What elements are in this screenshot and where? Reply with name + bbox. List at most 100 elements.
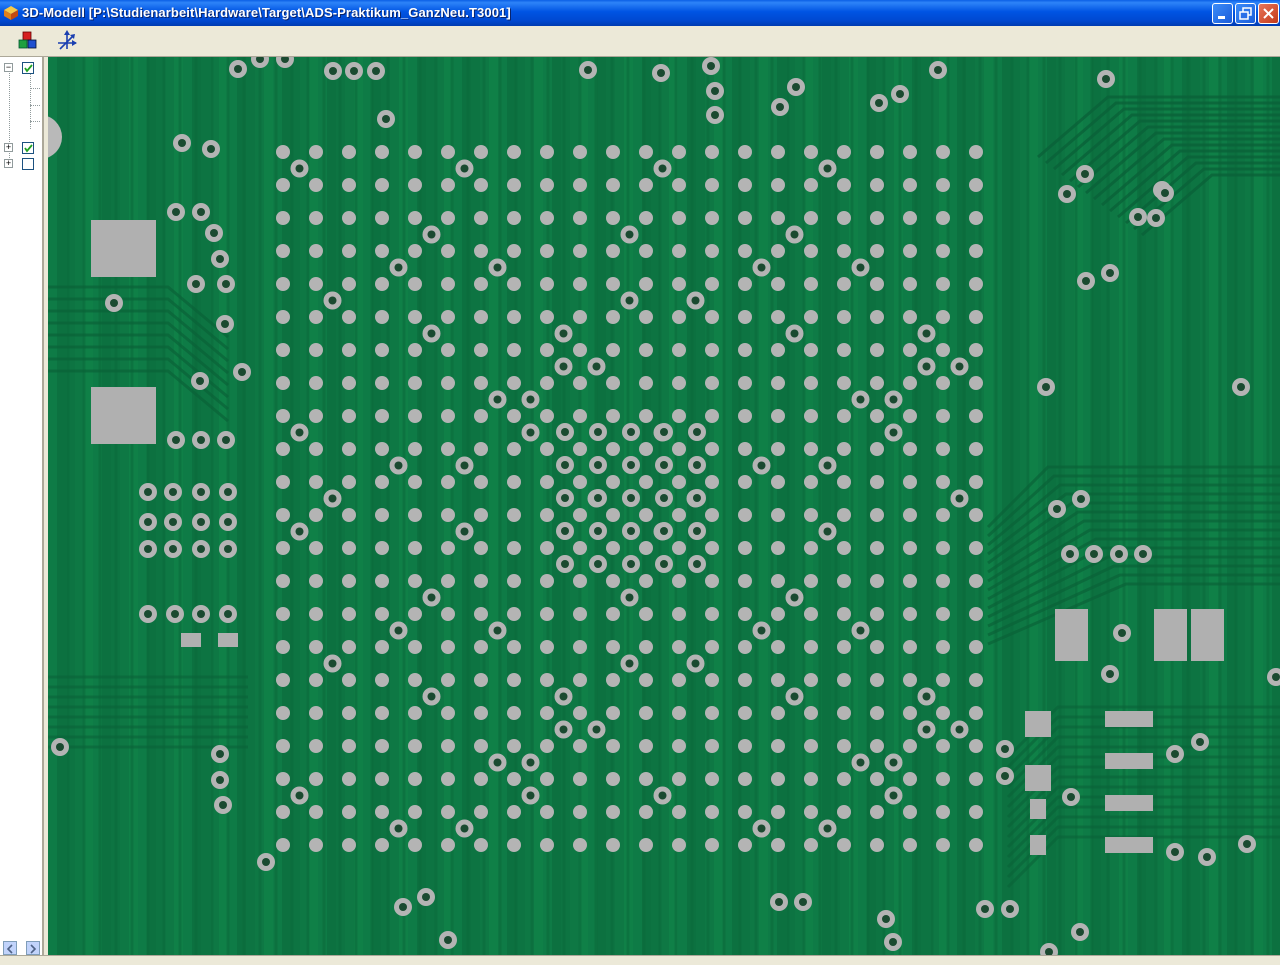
- via-hole: [889, 938, 897, 946]
- tree-item-3[interactable]: +: [0, 157, 42, 171]
- bga-ball: [309, 442, 323, 456]
- scroll-right-button[interactable]: [26, 941, 40, 955]
- bga-ball: [375, 442, 389, 456]
- bga-ball: [771, 541, 785, 555]
- bga-ball: [639, 343, 653, 357]
- scroll-left-button[interactable]: [3, 941, 17, 955]
- 3d-model-icon[interactable]: [3, 5, 19, 21]
- bga-ball: [639, 541, 653, 555]
- via-hole: [627, 494, 635, 502]
- bga-ball: [276, 244, 290, 258]
- bga-ball: [936, 805, 950, 819]
- bga-ball: [672, 145, 686, 159]
- bga-ball: [804, 277, 818, 291]
- board-band: [165, 57, 174, 955]
- via-hole: [790, 692, 799, 701]
- bga-ball: [672, 772, 686, 786]
- bga-ball: [969, 310, 983, 324]
- bga-ball: [969, 607, 983, 621]
- smd-pad: [1105, 837, 1153, 853]
- layer-checkbox-3[interactable]: [22, 158, 34, 170]
- layer-checkbox-2[interactable]: [22, 142, 34, 154]
- bga-ball: [639, 508, 653, 522]
- via-hole: [1001, 745, 1009, 753]
- via-hole: [526, 428, 535, 437]
- bga-ball: [540, 640, 554, 654]
- bga-ball: [309, 343, 323, 357]
- bga-ball: [474, 541, 488, 555]
- bga-ball: [771, 706, 785, 720]
- bga-ball: [672, 244, 686, 258]
- axis-view-button[interactable]: [55, 29, 79, 53]
- via-hole: [1115, 550, 1123, 558]
- tree-item-2[interactable]: +: [0, 141, 42, 155]
- restore-button[interactable]: [1235, 3, 1256, 24]
- via-hole: [693, 494, 701, 502]
- smd-pad: [1105, 753, 1153, 769]
- bga-ball: [870, 244, 884, 258]
- board-band: [615, 57, 624, 955]
- layer-tree[interactable]: − + +: [0, 57, 44, 955]
- bga-ball: [474, 145, 488, 159]
- bga-ball: [507, 706, 521, 720]
- bga-ball: [705, 772, 719, 786]
- bga-ball: [837, 475, 851, 489]
- bga-ball: [837, 211, 851, 225]
- restore-icon: [1239, 7, 1252, 20]
- bga-ball: [771, 211, 785, 225]
- bga-ball: [342, 541, 356, 555]
- bga-ball: [969, 673, 983, 687]
- bga-ball: [441, 442, 455, 456]
- bga-ball: [342, 343, 356, 357]
- bga-ball: [540, 409, 554, 423]
- bga-ball: [474, 640, 488, 654]
- bga-ball: [573, 343, 587, 357]
- via-hole: [658, 164, 667, 173]
- bga-ball: [903, 244, 917, 258]
- via-hole: [224, 488, 232, 496]
- bga-ball: [507, 277, 521, 291]
- bga-ball: [705, 178, 719, 192]
- expand-icon[interactable]: +: [4, 159, 13, 168]
- bga-ball: [573, 607, 587, 621]
- layer-checkbox-1[interactable]: [22, 62, 34, 74]
- tree-item-1[interactable]: −: [0, 61, 42, 75]
- via-hole: [56, 743, 64, 751]
- via-hole: [216, 255, 224, 263]
- minimize-button[interactable]: [1212, 3, 1233, 24]
- bga-ball: [870, 508, 884, 522]
- bga-ball: [903, 805, 917, 819]
- via-hole: [295, 527, 304, 536]
- via-hole: [757, 461, 766, 470]
- via-hole: [169, 488, 177, 496]
- color-layers-button[interactable]: [16, 29, 40, 53]
- via-hole: [594, 494, 602, 502]
- via-hole: [221, 320, 229, 328]
- bga-ball: [936, 475, 950, 489]
- via-hole: [295, 164, 304, 173]
- bga-ball: [936, 772, 950, 786]
- bga-ball: [507, 145, 521, 159]
- pcb-board[interactable]: [48, 57, 1280, 955]
- board-band: [426, 57, 435, 955]
- board-band: [966, 57, 975, 955]
- smd-pad: [1030, 799, 1046, 819]
- close-button[interactable]: [1258, 3, 1279, 24]
- bga-ball: [276, 343, 290, 357]
- bga-ball: [672, 376, 686, 390]
- bga-ball: [804, 508, 818, 522]
- bga-ball: [441, 211, 455, 225]
- bga-ball: [672, 640, 686, 654]
- bga-ball: [804, 211, 818, 225]
- bga-ball: [309, 145, 323, 159]
- via-hole: [262, 858, 270, 866]
- bga-ball: [936, 673, 950, 687]
- bga-ball: [705, 409, 719, 423]
- bga-ball: [639, 145, 653, 159]
- collapse-icon[interactable]: −: [4, 63, 13, 72]
- via-hole: [627, 527, 635, 535]
- bga-ball: [804, 772, 818, 786]
- expand-icon[interactable]: +: [4, 143, 13, 152]
- bga-ball: [837, 508, 851, 522]
- 3d-viewport[interactable]: [48, 57, 1280, 955]
